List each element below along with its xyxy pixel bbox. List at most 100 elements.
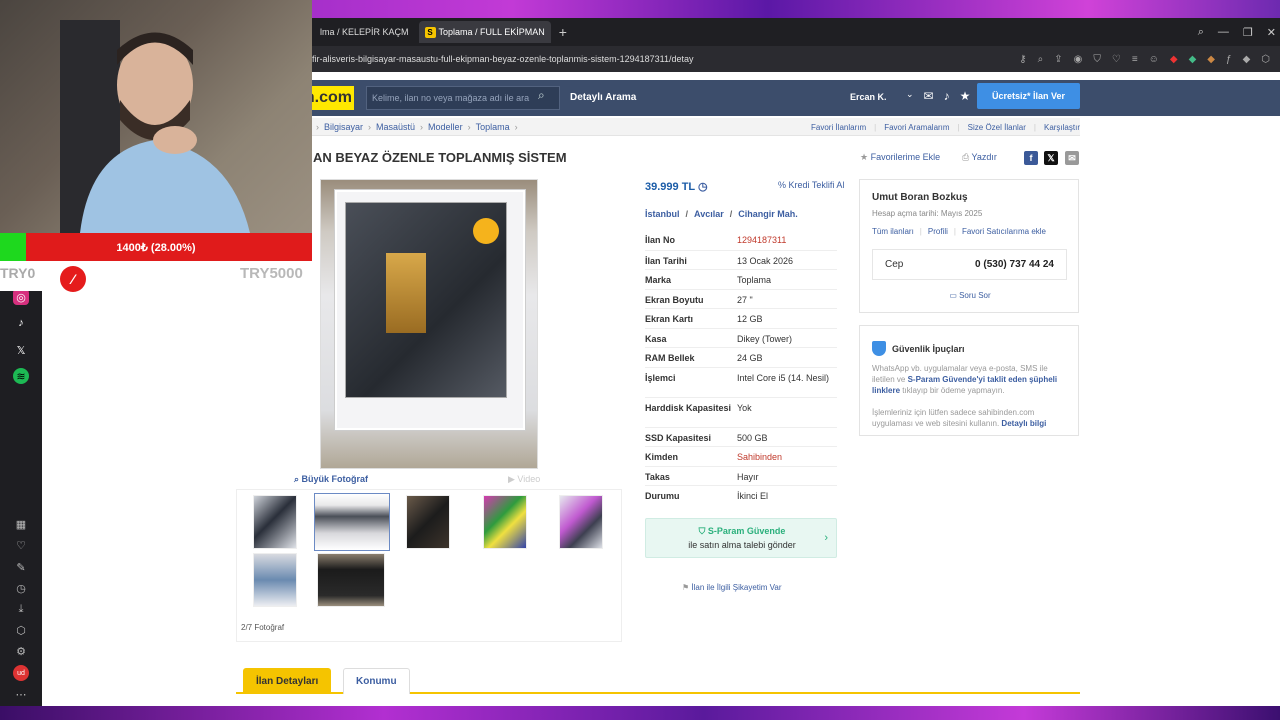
star-icon[interactable]: ★ — [960, 89, 971, 103]
apps-icon[interactable]: ▦ — [13, 516, 29, 532]
minimize-icon[interactable]: — — [1218, 26, 1229, 38]
menu-icon[interactable]: ≡ — [1132, 54, 1138, 65]
separator: / — [685, 209, 689, 219]
location-city[interactable]: İstanbul — [645, 209, 680, 219]
ask-question-link[interactable]: ▭ Soru Sor — [860, 291, 1080, 300]
more-icon[interactable]: ⋯ — [13, 686, 29, 702]
url-text[interactable]: fir-alisveris-bilgisayar-masaustu-full-e… — [312, 54, 1019, 64]
profile-link[interactable]: Profili — [928, 227, 948, 236]
browser-tab-active[interactable]: S Toplama / FULL EKİPMAN — [418, 21, 551, 43]
phone-number[interactable]: 0 (530) 737 44 24 — [975, 259, 1054, 270]
spotify-icon[interactable]: ≋ — [13, 368, 29, 384]
favorite-seller-link[interactable]: Favori Satıcılarıma ekle — [962, 227, 1046, 236]
pin-icon[interactable]: ✎ — [13, 559, 29, 575]
detail-value[interactable]: Sahibinden — [737, 452, 837, 463]
complaint-link[interactable]: ⚑ İlan ile İlgili Şikayetim Var — [682, 583, 782, 592]
browser-sidebar: ✉ ◎ ♪ 𝕏 ≋ ▦ ♡ ✎ ◷ ⤓ ⬡ ⚙ ud ⋯ — [0, 285, 42, 706]
price-history-icon[interactable]: ◷ — [698, 181, 708, 193]
detail-value: 1294187311 — [737, 235, 787, 245]
tiktok-icon[interactable]: ♪ — [13, 315, 29, 331]
photo-thumbnail-selected[interactable] — [314, 493, 390, 551]
extension-icon[interactable]: ◆ — [1170, 54, 1178, 65]
search-tabs-icon[interactable]: ⌕ — [1198, 26, 1204, 39]
main-photo[interactable] — [320, 179, 538, 469]
tab-listing-details[interactable]: İlan Detayları — [243, 668, 332, 694]
photo-thumbnail[interactable] — [317, 553, 385, 607]
extension-badge-icon[interactable]: ud — [13, 665, 29, 681]
bell-icon[interactable]: ♪ — [944, 89, 950, 103]
mail-icon[interactable]: ✉ — [924, 89, 934, 103]
photo-thumbnail[interactable] — [406, 495, 450, 549]
favorite-searches-link[interactable]: Favori Aramalarım — [884, 123, 949, 132]
search-input[interactable]: Kelime, ilan no veya mağaza adı ile ara — [366, 86, 560, 110]
breadcrumb-item[interactable]: Modeller — [428, 122, 463, 132]
browser-tab[interactable]: lma / KELEPİR KAÇM — [314, 21, 415, 43]
extension-icon[interactable]: ◆ — [1243, 54, 1251, 65]
search-icon[interactable]: ⌕ — [538, 88, 545, 103]
share-icon[interactable]: ⇪ — [1054, 54, 1062, 65]
cube-icon[interactable]: ⬡ — [1261, 54, 1270, 65]
detailed-info-link[interactable]: Detaylı bilgi — [1001, 419, 1046, 428]
photo-thumbnail[interactable] — [253, 553, 297, 607]
detail-key: Kasa — [645, 333, 667, 344]
compare-link[interactable]: Karşılaştır — [1044, 123, 1080, 132]
restore-icon[interactable]: ❐ — [1243, 26, 1253, 39]
post-ad-button[interactable]: Ücretsiz* İlan Ver — [977, 83, 1080, 109]
security-title: Güvenlik İpuçları — [872, 341, 965, 356]
separator: / — [729, 209, 733, 219]
instagram-icon[interactable]: ◎ — [13, 289, 29, 305]
heart-icon[interactable]: ♡ — [13, 537, 29, 553]
tab-location[interactable]: Konumu — [343, 668, 410, 694]
download-icon[interactable]: ⤓ — [13, 601, 29, 617]
big-photo-button[interactable]: ⌕ Büyük Fotoğraf — [294, 474, 368, 485]
price-value: 39.999 TL — [645, 181, 695, 193]
address-bar[interactable]: fir-alisveris-bilgisayar-masaustu-full-e… — [310, 46, 1280, 72]
zoom-icon[interactable]: ⌕ — [1038, 54, 1044, 65]
special-listings-link[interactable]: Size Özel İlanlar — [968, 123, 1026, 132]
location-neighborhood[interactable]: Cihangir Mah. — [738, 209, 798, 219]
email-share-icon[interactable]: ✉ — [1065, 151, 1079, 165]
x-share-icon[interactable]: 𝕏 — [1044, 151, 1058, 165]
goal-start-label: TRY0 — [0, 265, 36, 281]
cube-icon[interactable]: ⬡ — [13, 622, 29, 638]
donation-service-logo-icon: ⁄ — [60, 266, 86, 292]
profile-icon[interactable]: ☺ — [1149, 54, 1159, 65]
breadcrumb-item[interactable]: Bilgisayar — [324, 122, 363, 132]
facebook-share-icon[interactable]: f — [1024, 151, 1038, 165]
seller-since: Hesap açma tarihi: Mayıs 2025 — [872, 209, 983, 218]
shield-icon[interactable]: ⛉ — [1093, 54, 1101, 65]
detail-key: İşlemci — [645, 372, 676, 383]
favorite-listings-link[interactable]: Favori İlanlarım — [811, 123, 866, 132]
sparam-button[interactable]: ⛉ S-Param Güvende ile satın alma talebi … — [645, 518, 837, 558]
all-listings-link[interactable]: Tüm ilanları — [872, 227, 914, 236]
photo-thumbnail[interactable] — [483, 495, 527, 549]
seller-name[interactable]: Umut Boran Bozkuş — [872, 192, 968, 203]
breadcrumb-item[interactable]: Masaüstü — [376, 122, 415, 132]
photo-thumbnail[interactable] — [253, 495, 297, 549]
photo-thumbnail[interactable] — [559, 495, 603, 549]
site-logo[interactable]: n.com — [305, 86, 354, 110]
history-icon[interactable]: ◷ — [13, 580, 29, 596]
print-link[interactable]: ⎙ Yazdır — [962, 152, 997, 163]
chevron-down-icon[interactable]: ⌄ — [906, 89, 914, 103]
user-menu[interactable]: Ercan K. — [850, 92, 887, 102]
key-icon[interactable]: ⚷ — [1019, 54, 1026, 65]
sparam-title: ⛉ S-Param Güvende — [646, 526, 838, 537]
extension-icon[interactable]: ◆ — [1189, 54, 1197, 65]
x-icon[interactable]: 𝕏 — [13, 342, 29, 358]
detail-row: Ekran Boyutu 27 " — [645, 288, 837, 309]
close-icon[interactable]: ✕ — [1267, 26, 1276, 39]
chevron-right-icon: › — [824, 532, 828, 544]
credit-offer-link[interactable]: % Kredi Teklifi Al — [778, 180, 844, 190]
add-favorite-link[interactable]: ★ Favorilerime Ekle — [860, 152, 940, 163]
location-district[interactable]: Avcılar — [694, 209, 724, 219]
camera-icon[interactable]: ◉ — [1074, 54, 1083, 65]
detailed-search-link[interactable]: Detaylı Arama — [570, 92, 636, 103]
heart-icon[interactable]: ♡ — [1112, 54, 1121, 65]
extension-icon[interactable]: ◆ — [1207, 54, 1215, 65]
extension-icon[interactable]: ƒ — [1226, 54, 1232, 65]
breadcrumb-separator: › — [514, 122, 518, 132]
settings-icon[interactable]: ⚙ — [13, 643, 29, 659]
breadcrumb-item[interactable]: Toplama — [476, 122, 510, 132]
new-tab-icon[interactable]: + — [559, 24, 567, 40]
